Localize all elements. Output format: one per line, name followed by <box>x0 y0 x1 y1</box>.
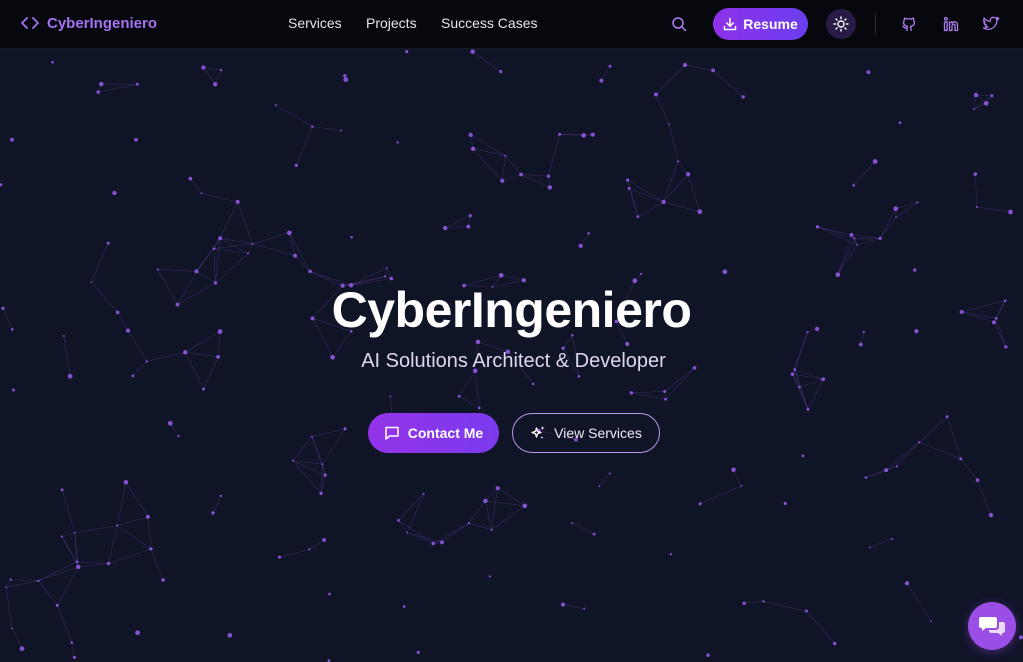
nav-link-projects[interactable]: Projects <box>366 15 417 31</box>
twitter-icon <box>982 16 999 30</box>
nav-link-services[interactable]: Services <box>288 15 342 31</box>
hero-title: CyberIngeniero <box>331 282 692 338</box>
hero-subtitle: AI Solutions Architect & Developer <box>361 350 666 372</box>
nav-divider <box>875 13 876 35</box>
download-icon <box>724 17 737 31</box>
logo-text: CyberIngeniero <box>47 14 158 32</box>
theme-toggle-button[interactable] <box>826 9 856 39</box>
github-link[interactable] <box>898 13 920 35</box>
sparkles-icon <box>531 426 545 439</box>
linkedin-icon <box>943 16 959 32</box>
twitter-link[interactable] <box>980 13 1002 35</box>
resume-button[interactable]: Resume <box>713 8 808 40</box>
view-services-button[interactable]: View Services <box>512 413 660 453</box>
contact-me-label: Contact Me <box>407 425 484 441</box>
view-services-label: View Services <box>554 425 642 441</box>
hero-section: CyberIngeniero AI Solutions Architect & … <box>0 48 1023 662</box>
contact-me-button[interactable]: Contact Me <box>368 413 499 453</box>
chat-widget-button[interactable] <box>968 602 1016 650</box>
top-navbar: CyberIngeniero Services Projects Success… <box>0 0 1023 49</box>
message-square-icon <box>385 426 399 440</box>
resume-label: Resume <box>743 16 798 32</box>
code-brackets-icon <box>21 17 39 29</box>
sun-icon <box>833 16 849 32</box>
search-icon <box>672 17 687 32</box>
logo-link[interactable]: CyberIngeniero <box>21 14 157 32</box>
linkedin-link[interactable] <box>940 13 962 35</box>
chat-bubbles-icon <box>979 617 1005 636</box>
github-icon <box>902 17 916 32</box>
nav-link-success-cases[interactable]: Success Cases <box>441 15 537 31</box>
search-button[interactable] <box>668 13 690 35</box>
